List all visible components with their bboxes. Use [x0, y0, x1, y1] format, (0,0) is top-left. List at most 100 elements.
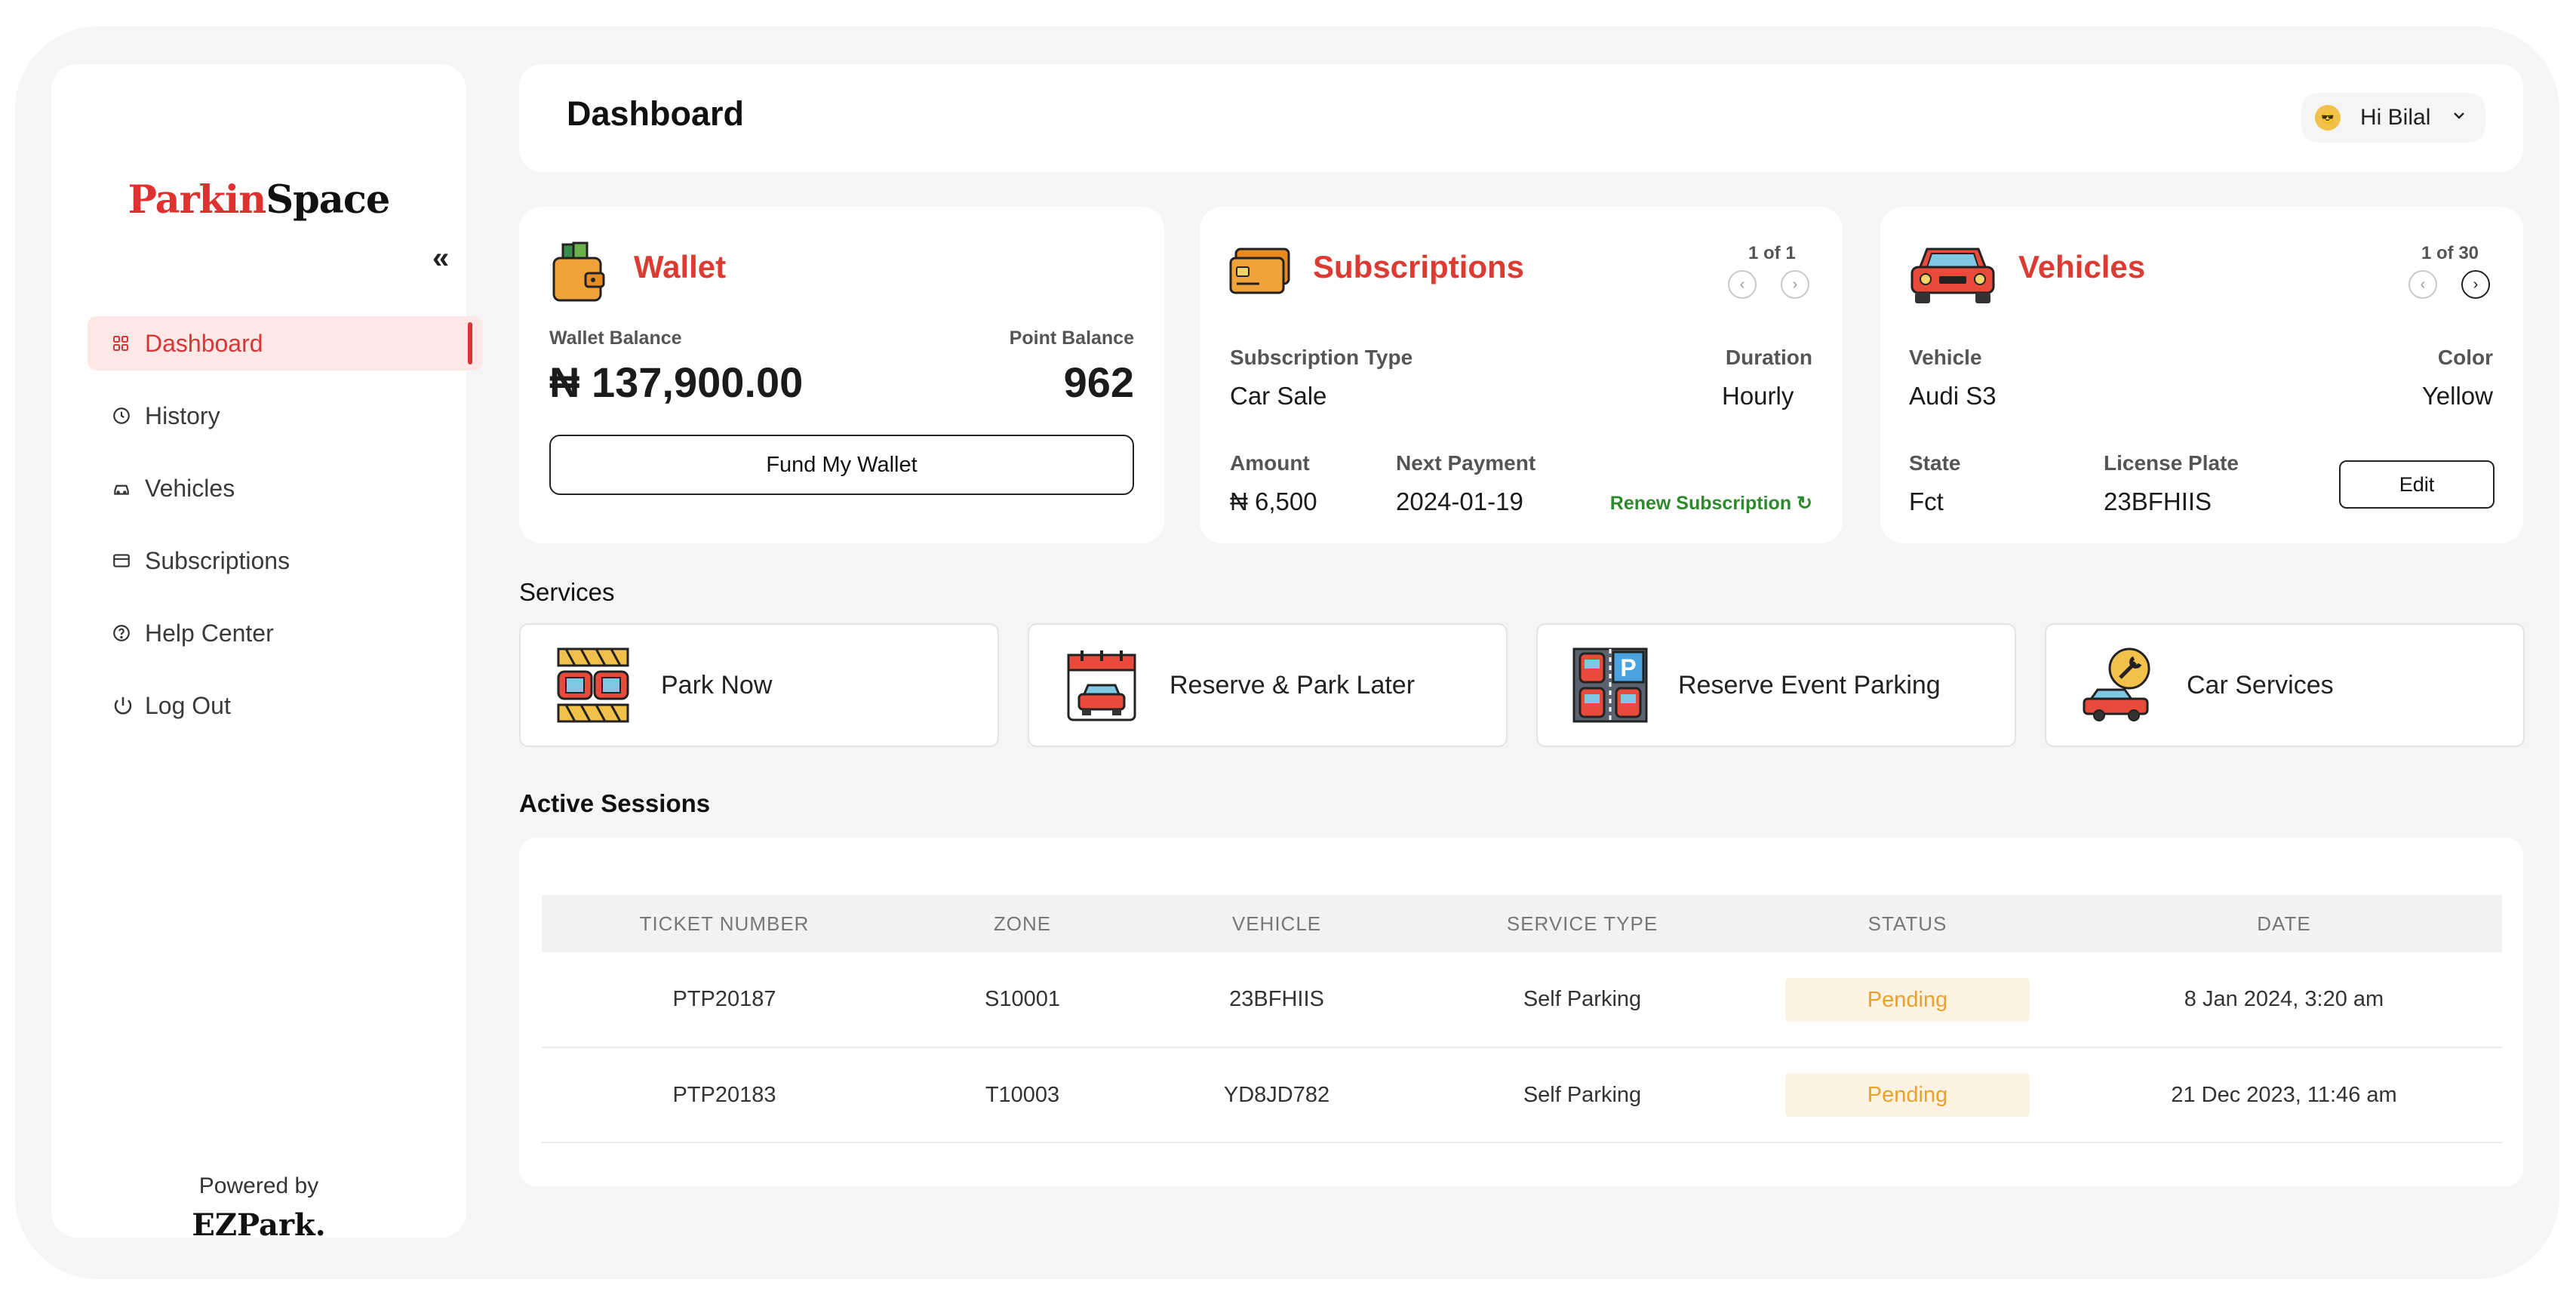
service-label: Reserve Event Parking	[1678, 670, 1941, 700]
parking-sign-icon: P	[1572, 647, 1648, 723]
sidebar-item-label: Help Center	[145, 619, 274, 647]
subscription-type-label: Subscription Type	[1230, 346, 1413, 369]
ticket-number-cell: PTP20183	[672, 1082, 776, 1107]
subscriptions-next-button[interactable]: ›	[1781, 270, 1809, 299]
service-reserve-park-later[interactable]: Reserve & Park Later	[1028, 623, 1508, 747]
active-sessions-table-card: TICKET NUMBER ZONE VEHICLE SERVICE TYPE …	[519, 838, 2523, 1186]
service-car-services[interactable]: Car Services	[2045, 623, 2525, 747]
service-reserve-event-parking[interactable]: P Reserve Event Parking	[1536, 623, 2016, 747]
page-title: Dashboard	[567, 94, 745, 133]
vehicle-cell: 23BFHIIS	[1229, 987, 1324, 1011]
brand-part2: Space	[266, 177, 390, 223]
state-label: State	[1909, 451, 1961, 475]
vehicles-next-button[interactable]: ›	[2461, 270, 2490, 299]
vehicle-cell: YD8JD782	[1223, 1082, 1330, 1107]
sidebar-nav: Dashboard History Vehicles Subscriptions…	[88, 316, 483, 751]
zone-cell: T10003	[985, 1082, 1060, 1107]
vehicles-title: Vehicles	[2018, 249, 2146, 284]
renew-subscription-label: Renew Subscription	[1609, 493, 1792, 514]
column-header-zone[interactable]: ZONE	[907, 895, 1138, 952]
user-greeting: Hi Bilal	[2360, 105, 2431, 130]
user-menu[interactable]: 😎 Hi Bilal	[2301, 93, 2485, 143]
subscriptions-card: Subscriptions 1 of 1 ‹ › Subscription Ty…	[1200, 207, 1843, 543]
table-row[interactable]: PTP20183 T10003 YD8JD782 Self Parking Pe…	[542, 1047, 2502, 1142]
status-badge: Pending	[1785, 977, 2030, 1022]
active-sessions-title: Active Sessions	[519, 789, 711, 817]
services-title: Services	[519, 578, 615, 606]
svg-text:P: P	[1620, 654, 1636, 681]
vehicle-value: Audi S3	[1909, 382, 1997, 410]
sidebar-item-log-out[interactable]: Log Out	[88, 678, 483, 733]
renew-subscription-link[interactable]: Renew Subscription ↻	[1610, 492, 1812, 515]
wallet-balance-label: Wallet Balance	[549, 328, 682, 349]
column-header-service-type[interactable]: SERVICE TYPE	[1416, 895, 1749, 952]
column-header-status[interactable]: STATUS	[1749, 895, 2066, 952]
table-row[interactable]: PTP20187 S10001 23BFHIIS Self Parking Pe…	[542, 952, 2502, 1047]
sidebar-item-subscriptions[interactable]: Subscriptions	[88, 534, 483, 588]
status-badge: Pending	[1785, 1073, 2030, 1117]
amount-value: ₦ 6,500	[1230, 487, 1317, 515]
ezpark-logo: EZPark.	[192, 1207, 326, 1243]
service-label: Car Services	[2187, 670, 2334, 700]
chevron-down-icon	[2450, 105, 2468, 131]
status-cell: Pending	[1749, 952, 2066, 1047]
sidebar-item-label: Vehicles	[145, 474, 235, 502]
table-header-row: TICKET NUMBER ZONE VEHICLE SERVICE TYPE …	[542, 895, 2502, 952]
power-icon	[112, 694, 145, 717]
service-label: Park Now	[661, 670, 773, 700]
sidebar-item-dashboard[interactable]: Dashboard	[88, 316, 483, 371]
sidebar-item-vehicles[interactable]: Vehicles	[88, 461, 483, 515]
parking-lot-icon	[557, 647, 629, 723]
vehicle-car-icon	[1909, 240, 1997, 310]
duration-value: Hourly	[1722, 382, 1794, 410]
point-balance-label: Point Balance	[1009, 328, 1134, 349]
refresh-icon: ↻	[1797, 493, 1812, 514]
wallet-icon	[549, 240, 607, 307]
license-plate-label: License Plate	[2104, 451, 2239, 475]
sidebar-item-label: History	[145, 401, 220, 429]
subscriptions-title: Subscriptions	[1313, 249, 1525, 284]
sidebar-item-help-center[interactable]: Help Center	[88, 606, 483, 660]
help-icon	[112, 623, 145, 643]
vehicles-prev-button[interactable]: ‹	[2408, 270, 2437, 299]
collapse-sidebar-button[interactable]: «	[432, 241, 449, 275]
column-header-date[interactable]: DATE	[2066, 895, 2502, 952]
calendar-car-icon	[1067, 650, 1136, 721]
avatar-emoji-icon: 😎	[2315, 105, 2341, 131]
column-header-vehicle[interactable]: VEHICLE	[1138, 895, 1416, 952]
brand-logo[interactable]: ParkinSpace	[51, 177, 466, 223]
vehicles-card: Vehicles 1 of 30 ‹ › Vehicle Audi S3 Col…	[1880, 207, 2523, 543]
vehicles-pager: 1 of 30	[2421, 243, 2479, 263]
column-header-ticket-number[interactable]: TICKET NUMBER	[542, 895, 907, 952]
sidebar-item-history[interactable]: History	[88, 389, 483, 443]
card-icon	[112, 551, 145, 570]
top-header: Dashboard 😎 Hi Bilal	[519, 64, 2523, 172]
subscriptions-prev-button[interactable]: ‹	[1728, 270, 1757, 299]
wallet-title: Wallet	[634, 249, 727, 284]
duration-label: Duration	[1725, 346, 1812, 369]
fund-wallet-button[interactable]: Fund My Wallet	[549, 435, 1134, 495]
brand-part1: Parkin	[128, 177, 267, 223]
next-payment-value: 2024-01-19	[1396, 487, 1523, 515]
date-cell: 21 Dec 2023, 11:46 am	[2171, 1082, 2397, 1107]
wallet-card: Wallet Wallet Balance ₦ 137,900.00 Point…	[519, 207, 1164, 543]
amount-label: Amount	[1230, 451, 1310, 475]
sidebar-item-label: Log Out	[145, 691, 231, 719]
date-cell: 8 Jan 2024, 3:20 am	[2184, 987, 2384, 1011]
status-cell: Pending	[1749, 1047, 2066, 1142]
car-icon	[112, 478, 145, 498]
car-wrench-icon	[2083, 647, 2150, 721]
service-park-now[interactable]: Park Now	[519, 623, 999, 747]
active-sessions-table: TICKET NUMBER ZONE VEHICLE SERVICE TYPE …	[542, 895, 2502, 1143]
sidebar-item-label: Dashboard	[145, 329, 263, 357]
next-payment-label: Next Payment	[1396, 451, 1536, 475]
service-label: Reserve & Park Later	[1170, 670, 1416, 700]
subscription-type: Car Sale	[1230, 382, 1327, 410]
color-value: Yellow	[2421, 382, 2493, 410]
powered-by-label: Powered by	[198, 1173, 319, 1198]
sidebar-item-label: Subscriptions	[145, 546, 290, 574]
color-label: Color	[2437, 346, 2493, 369]
edit-vehicle-button[interactable]: Edit	[2339, 460, 2495, 509]
state-value: Fct	[1909, 487, 1944, 515]
service-type-cell: Self Parking	[1523, 987, 1642, 1011]
